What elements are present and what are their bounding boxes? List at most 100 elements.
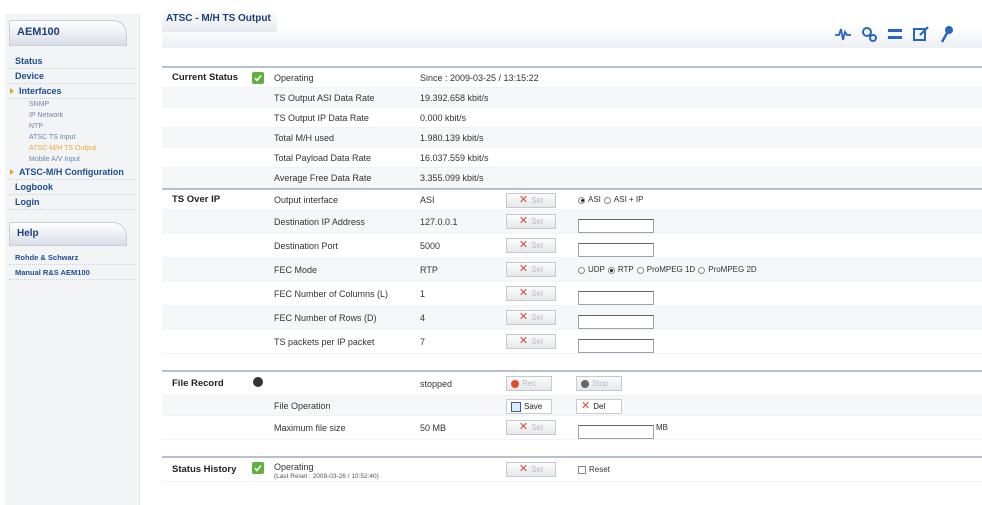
section-title-current-status: Current Status bbox=[172, 72, 238, 83]
stop-button[interactable]: Stop bbox=[576, 376, 622, 391]
sidebar-nav: Status Device Interfaces SNMP IP Network… bbox=[5, 54, 139, 210]
sidebar-item-atsc-mh-ts-output[interactable]: ATSC-M/H TS Output bbox=[9, 143, 139, 154]
device-title: AEM100 bbox=[17, 26, 60, 38]
set-button[interactable]: ✕ Set bbox=[506, 214, 556, 229]
row-value: 5000 bbox=[420, 241, 441, 251]
row-value: ASI bbox=[420, 195, 435, 205]
destination-ip-input[interactable] bbox=[578, 219, 654, 234]
fec-rows-row: FEC Number of Rows (D) 4 ✕ Set bbox=[162, 306, 982, 330]
output-interface-radios: ASI ASI + IP bbox=[578, 190, 643, 210]
row-label: Destination Port bbox=[274, 241, 339, 251]
fec-columns-input[interactable] bbox=[578, 291, 654, 306]
section-title-ts-over-ip: TS Over IP bbox=[172, 194, 221, 205]
delete-button-label: Del bbox=[593, 401, 606, 411]
sidebar-item-status[interactable]: Status bbox=[9, 54, 135, 69]
ts-packets-row: TS packets per IP packet 7 ✕ Set bbox=[162, 330, 982, 354]
set-button-label: Set bbox=[531, 264, 544, 274]
radio-rtp[interactable] bbox=[607, 266, 615, 274]
destination-ip-row: Destination IP Address 127.0.0.1 ✕ Set bbox=[162, 210, 982, 234]
section-title-file-record: File Record bbox=[172, 378, 224, 389]
ts-packets-input[interactable] bbox=[578, 339, 654, 354]
set-button-label: Set bbox=[531, 312, 544, 322]
set-button[interactable]: ✕ Set bbox=[506, 310, 556, 325]
cross-icon: ✕ bbox=[518, 194, 529, 206]
sidebar-item-login[interactable]: Login bbox=[9, 195, 135, 210]
reset-checkbox[interactable] bbox=[578, 466, 586, 474]
disk-icon bbox=[511, 401, 521, 412]
cross-icon: ✕ bbox=[518, 263, 529, 275]
sidebar-item-device[interactable]: Device bbox=[9, 69, 135, 84]
row-value: 3.355.099 kbit/s bbox=[420, 173, 484, 183]
settings-icon[interactable] bbox=[860, 25, 878, 43]
radio-label: UDP bbox=[588, 265, 605, 274]
input-wrap bbox=[578, 418, 654, 442]
row-value: 50 MB bbox=[420, 423, 447, 433]
app-root: AEM100 Status Device Interfaces SNMP IP … bbox=[0, 0, 982, 505]
help-link-manual[interactable]: Manual R&S AEM100 bbox=[9, 265, 135, 280]
radio-asi-ip[interactable] bbox=[603, 196, 611, 204]
signal-icon[interactable] bbox=[834, 25, 852, 43]
row-label: FEC Number of Columns (L) bbox=[274, 289, 389, 299]
status-history-row: Status History Operating (Last Reset : 2… bbox=[162, 458, 982, 482]
cross-icon: ✕ bbox=[518, 463, 529, 475]
rec-button[interactable]: Rec bbox=[506, 376, 552, 391]
row-label: TS Output ASI Data Rate bbox=[274, 93, 375, 103]
sidebar-item-ip-network[interactable]: IP Network bbox=[9, 110, 139, 121]
radio-prompeg-1d[interactable] bbox=[636, 266, 644, 274]
input-wrap bbox=[578, 332, 654, 356]
page-header: ATSC - M/H TS Output bbox=[162, 8, 982, 48]
key-icon[interactable] bbox=[938, 25, 956, 43]
set-button[interactable]: ✕ Set bbox=[506, 462, 556, 477]
data-rate-row: Total M/H used 1.980.139 kbit/s bbox=[162, 128, 982, 148]
sidebar: AEM100 Status Device Interfaces SNMP IP … bbox=[5, 14, 140, 505]
row-value: RTP bbox=[420, 265, 438, 275]
sidebar-item-atsc-ts-input[interactable]: ATSC TS Input bbox=[9, 132, 139, 143]
row-value: 1.980.139 kbit/s bbox=[420, 133, 484, 143]
set-button[interactable]: ✕ Set bbox=[506, 334, 556, 349]
set-button[interactable]: ✕ Set bbox=[506, 193, 556, 208]
save-button[interactable]: Save bbox=[506, 399, 552, 414]
fec-rows-input[interactable] bbox=[578, 315, 654, 330]
radio-asi[interactable] bbox=[578, 196, 585, 204]
row-value: 1 bbox=[420, 289, 426, 299]
max-file-size-input[interactable] bbox=[578, 425, 654, 440]
output-interface-row: TS Over IP Output interface ASI ✕ Set ASI… bbox=[162, 190, 982, 210]
cross-icon: ✕ bbox=[518, 421, 529, 433]
help-header: Help bbox=[9, 222, 135, 250]
ok-status-icon bbox=[252, 462, 264, 474]
set-button-label: Set bbox=[531, 195, 544, 205]
radio-label: ProMPEG 1D bbox=[646, 265, 696, 274]
sidebar-item-logbook[interactable]: Logbook bbox=[9, 180, 135, 195]
max-file-size-row: Maximum file size 50 MB ✕ Set MB bbox=[162, 416, 982, 440]
sidebar-item-interfaces[interactable]: Interfaces bbox=[9, 84, 135, 99]
radio-udp[interactable] bbox=[578, 266, 585, 274]
set-button[interactable]: ✕ Set bbox=[506, 420, 556, 435]
last-reset: (Last Reset : 2009-03-26 / 10:52:40) bbox=[274, 473, 379, 480]
sidebar-item-atsc-mh-configuration[interactable]: ATSC-M/H Configuration bbox=[9, 165, 135, 180]
input-wrap bbox=[578, 284, 654, 308]
row-value: 19.392.658 kbit/s bbox=[420, 93, 489, 103]
input-wrap bbox=[578, 236, 654, 260]
set-button[interactable]: ✕ Set bbox=[506, 238, 556, 253]
fec-mode-radios: UDP RTP ProMPEG 1D ProMPEG 2D bbox=[578, 260, 757, 280]
delete-button[interactable]: ✕ Del bbox=[576, 399, 622, 414]
radio-label: ASI bbox=[588, 195, 601, 204]
help-link-rohde-schwarz[interactable]: Rohde & Schwarz bbox=[9, 250, 135, 265]
cross-icon: ✕ bbox=[518, 215, 529, 227]
sidebar-item-ntp[interactable]: NTP bbox=[9, 121, 139, 132]
set-button-label: Set bbox=[531, 422, 544, 432]
set-button[interactable]: ✕ Set bbox=[506, 262, 556, 277]
page-title: ATSC - M/H TS Output bbox=[166, 13, 271, 24]
destination-port-input[interactable] bbox=[578, 243, 654, 258]
transfer-icon[interactable] bbox=[886, 25, 904, 43]
set-button[interactable]: ✕ Set bbox=[506, 286, 556, 301]
status-since: Since : 2009-03-25 / 13:15:22 bbox=[420, 73, 539, 83]
sidebar-item-snmp[interactable]: SNMP bbox=[9, 99, 139, 110]
sidebar-header: AEM100 bbox=[9, 20, 135, 54]
row-label: FEC Number of Rows (D) bbox=[274, 313, 377, 323]
sidebar-item-mobile-av-input[interactable]: Mobile A/V Input bbox=[9, 154, 139, 165]
radio-prompeg-2d[interactable] bbox=[698, 266, 706, 274]
edit-icon[interactable] bbox=[912, 25, 930, 43]
row-label: Total Payload Data Rate bbox=[274, 153, 372, 163]
